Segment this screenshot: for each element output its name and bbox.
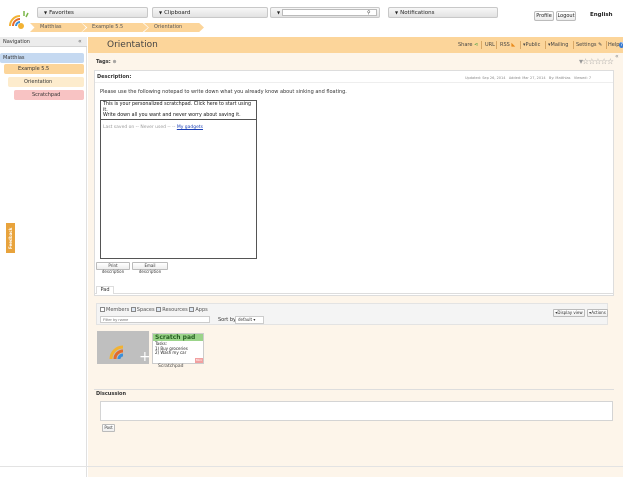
app-preview: Scratch pad Tasks: 1) Buy groceries 2) W… <box>152 333 204 364</box>
apps-filter[interactable]: Apps <box>189 307 208 313</box>
help-button[interactable]: Help? <box>608 42 623 48</box>
my-gadgets-link[interactable]: My gadgets <box>177 125 203 130</box>
filter-bar: Members Spaces Resources Apps Sort by de… <box>96 303 608 325</box>
app-logo-icon[interactable] <box>8 8 32 32</box>
nav-item-orientation[interactable]: Orientation <box>8 77 84 87</box>
public-dropdown[interactable]: ▾Public <box>523 42 540 48</box>
nav-item-scratchpad[interactable]: Scratchpad <box>14 90 84 100</box>
caret-down-icon: ▼ <box>159 10 163 15</box>
rss-icon: ◣ <box>509 42 516 48</box>
navigation-panel: Navigation « Matthias Example 5.5 Orient… <box>0 37 87 477</box>
mailing-dropdown[interactable]: ▾Mailing <box>548 42 568 48</box>
url-button[interactable]: URL <box>485 42 495 48</box>
share-icon: ⋖ <box>472 42 479 48</box>
clipboard-menu[interactable]: ▼ Clipboard <box>152 7 268 18</box>
last-saved-text: Last saved on -- Never used -- -- My gad… <box>103 125 203 130</box>
breadcrumb-item[interactable]: Example 5.5 <box>82 23 148 32</box>
main-content: Orientation Share ⋖ URL RSS ◣ ▾Public ▾M… <box>88 37 623 477</box>
help-icon: ? <box>619 42 623 48</box>
sort-by-label: Sort by <box>218 317 236 323</box>
checkbox-icon <box>100 307 105 312</box>
rating-stars[interactable]: ▾☆☆☆☆☆ <box>579 57 614 66</box>
edit-tags-icon[interactable]: ⊕ <box>112 59 116 65</box>
description-label: Description: <box>97 74 132 80</box>
rss-button[interactable]: RSS ◣ <box>500 42 515 48</box>
caret-down-icon: ▼ <box>277 10 281 15</box>
tab-pad[interactable]: Pad <box>96 286 114 294</box>
meta-info: Updated: Sep 26, 2014 Added: Mar 27, 201… <box>465 76 592 80</box>
expand-icon[interactable]: « <box>615 53 619 60</box>
logout-button[interactable]: Logout <box>556 11 576 21</box>
search-input[interactable] <box>282 9 377 16</box>
description-text: Please use the following notepad to writ… <box>100 89 347 95</box>
app-title: Scratch pad <box>153 334 203 341</box>
scratchpad-gadget[interactable]: This is your personalized scratchpad. Cl… <box>100 100 257 259</box>
share-button[interactable]: Share ⋖ <box>458 42 478 48</box>
nav-item-matthias[interactable]: Matthias <box>0 53 84 63</box>
actions-dropdown[interactable]: ▾Actions <box>587 309 608 317</box>
caret-down-icon: ▼ <box>44 10 48 15</box>
nav-item-label: Matthias <box>3 55 25 61</box>
nav-item-example[interactable]: Example 5.5 <box>4 64 84 74</box>
checkbox-checked-icon <box>189 307 195 312</box>
language-selector[interactable]: English <box>590 12 613 18</box>
app-badge: Mini <box>195 358 203 363</box>
checkbox-checked-icon <box>156 307 162 312</box>
top-bar: ▼ Favorites ▼ Clipboard ▼ ⚲ ▼ Notifications… <box>0 0 623 32</box>
title-bar: Orientation Share ⋖ URL RSS ◣ ▾Public ▾M… <box>88 37 623 53</box>
wrench-icon: ✎ <box>596 42 603 48</box>
filter-by-name-input[interactable] <box>100 316 210 323</box>
discussion-input[interactable] <box>100 401 613 421</box>
scratchpad-item-card[interactable]: + Scratch pad Tasks: 1) Buy groceries 2)… <box>97 331 205 367</box>
sort-by-select[interactable]: default ▾ <box>235 316 264 324</box>
nav-item-label: Orientation <box>24 79 53 85</box>
discussion-label: Discussion <box>96 391 127 397</box>
tags-label: Tags: ⊕ <box>96 59 117 65</box>
search-icon[interactable]: ⚲ <box>367 10 371 16</box>
scratchpad-editor[interactable]: This is your personalized scratchpad. Cl… <box>101 101 256 120</box>
app-lines: Tasks: 1) Buy groceries 2) Wash my car <box>155 341 188 355</box>
display-view-dropdown[interactable]: ▾Display view <box>553 309 585 317</box>
profile-button[interactable]: Profile <box>534 11 554 21</box>
post-button[interactable]: Post <box>102 424 115 432</box>
caret-down-icon: ▾ <box>253 317 256 322</box>
app-thumbnail-icon: + <box>97 331 149 364</box>
page-title: Orientation <box>107 40 158 50</box>
type-filters: Members Spaces Resources Apps <box>100 307 208 313</box>
description-panel: Description: Updated: Sep 26, 2014 Added… <box>94 70 614 296</box>
item-caption[interactable]: Scratchpad <box>158 364 184 369</box>
resources-filter[interactable]: Resources <box>156 307 188 313</box>
feedback-tab[interactable]: Feedback <box>6 223 15 253</box>
spaces-filter[interactable]: Spaces <box>130 307 155 313</box>
breadcrumb-item[interactable]: Orientation <box>144 23 204 32</box>
svg-text:+: + <box>139 349 149 364</box>
notifications-menu[interactable]: ▼ Notifications <box>388 7 498 18</box>
navigation-header: Navigation <box>0 37 87 47</box>
checkbox-checked-icon <box>130 307 136 312</box>
breadcrumb-item[interactable]: Matthias <box>30 23 86 32</box>
nav-item-label: Scratchpad <box>32 92 61 98</box>
print-description-button[interactable]: Print description <box>96 262 130 274</box>
collapse-icon[interactable]: « <box>78 37 82 47</box>
settings-button[interactable]: Settings ✎ <box>576 42 602 48</box>
favorites-menu[interactable]: ▼ Favorites <box>37 7 148 18</box>
members-filter[interactable]: Members <box>100 307 129 313</box>
caret-down-icon: ▼ <box>395 10 399 15</box>
email-description-button[interactable]: Email description <box>132 262 168 274</box>
footer-divider <box>0 466 623 467</box>
nav-item-label: Example 5.5 <box>18 66 50 72</box>
